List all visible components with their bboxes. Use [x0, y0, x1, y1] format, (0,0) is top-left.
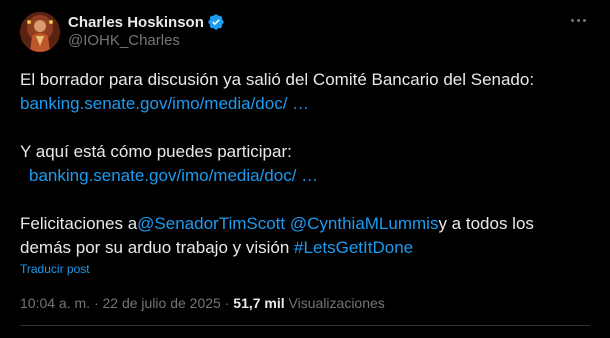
views-count[interactable]: 51,7 mil [233, 295, 284, 311]
link-banking-2[interactable]: banking.senate.gov/imo/media/doc/ … [29, 166, 318, 185]
tweet-line: El borrador para discusión ya salió del … [20, 68, 590, 92]
meta-separator: · [93, 295, 99, 311]
mention-cynthiamlummis[interactable]: @CynthiaMLummis [290, 214, 439, 233]
author-display-name[interactable]: Charles Hoskinson [68, 14, 204, 31]
verified-badge-icon [207, 13, 225, 31]
tweet: Charles Hoskinson @IOHK_Charles El borra… [0, 0, 610, 338]
views-label: Visualizaciones [288, 295, 385, 311]
post-date[interactable]: 22 de julio de 2025 [103, 295, 221, 311]
tweet-text-segment: y a todos los [438, 214, 534, 233]
tweet-line: Y aquí está cómo puedes participar: [20, 140, 590, 164]
mention-senadortimscott[interactable]: @SenadorTimScott [137, 214, 285, 233]
tweet-text-segment: El borrador para discusión ya salió del … [20, 70, 535, 89]
tweet-line: banking.senate.gov/imo/media/doc/ … [20, 164, 590, 188]
tweet-text-segment: Felicitaciones a [20, 214, 138, 233]
tweet-line: Felicitaciones a@SenadorTimScott @Cynthi… [20, 212, 590, 236]
tweet-line: banking.senate.gov/imo/media/doc/ … [20, 92, 590, 116]
tweet-metadata: 10:04 a. m. · 22 de julio de 2025 · 51,7… [20, 295, 385, 311]
author-name-row: Charles Hoskinson [68, 12, 225, 32]
author-handle[interactable]: @IOHK_Charles [68, 32, 180, 49]
translate-post-link[interactable]: Traducir post [20, 262, 90, 276]
link-banking-1[interactable]: banking.senate.gov/imo/media/doc/ … [20, 94, 309, 113]
tweet-text-segment: Y aquí está cómo puedes participar: [20, 142, 292, 161]
divider [20, 325, 590, 326]
tweet-line: demás por su arduo trabajo y visión #Let… [20, 236, 590, 260]
more-horizontal-icon [570, 18, 574, 22]
post-time[interactable]: 10:04 a. m. [20, 295, 90, 311]
tweet-text: El borrador para discusión ya salió del … [20, 68, 590, 260]
meta-separator: · [224, 295, 230, 311]
hashtag-letsgetitdone[interactable]: #LetsGetItDone [294, 238, 413, 257]
avatar[interactable] [20, 12, 60, 52]
more-options-button[interactable] [564, 10, 592, 30]
avatar-image [20, 12, 60, 52]
tweet-text-segment: demás por su arduo trabajo y visión [20, 238, 295, 257]
